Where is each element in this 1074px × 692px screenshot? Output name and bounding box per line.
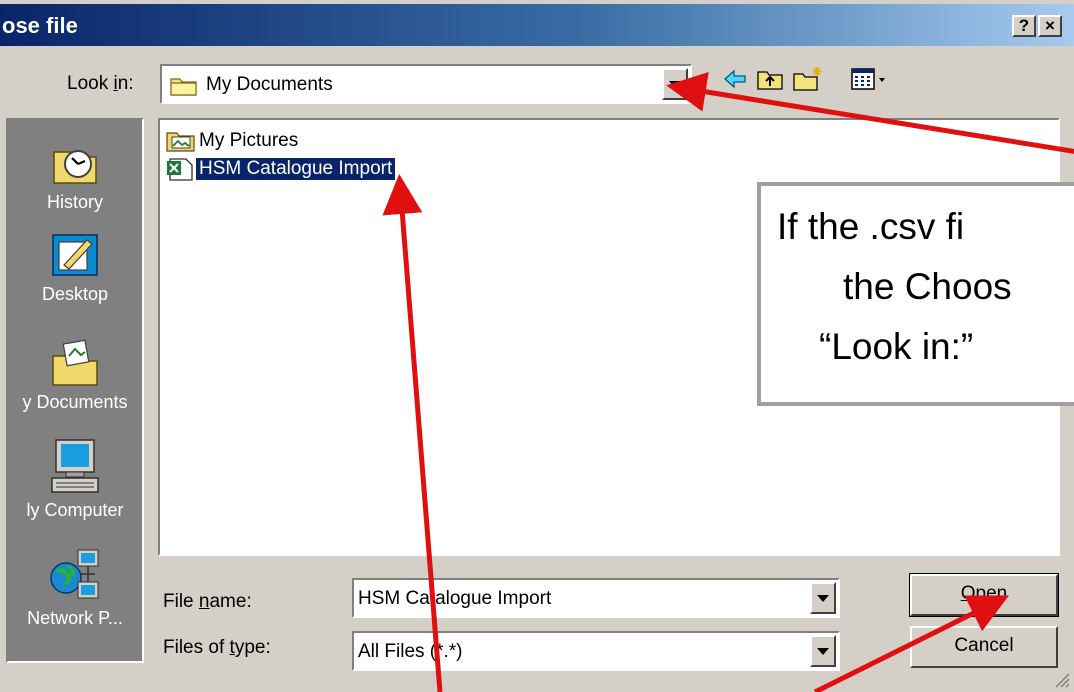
file-name: My Pictures — [199, 130, 299, 151]
place-desktop[interactable]: Desktop — [8, 230, 142, 305]
callout-box: If the .csv fi the Choos “Look in:” — [757, 182, 1074, 406]
history-icon — [53, 150, 97, 184]
place-my-documents[interactable]: y Documents — [8, 338, 142, 413]
open-button[interactable]: Open — [909, 573, 1059, 617]
picture-folder-icon — [166, 132, 195, 152]
files-of-type-dropdown-button[interactable] — [810, 635, 836, 667]
new-folder-icon[interactable] — [792, 66, 824, 92]
file-name-input[interactable]: HSM Catalogue Import — [352, 578, 840, 618]
folder-icon — [170, 78, 197, 96]
callout-line-3: “Look in:” — [819, 326, 974, 367]
file-name: HSM Catalogue Import — [194, 157, 397, 181]
back-arrow-icon[interactable] — [722, 66, 748, 92]
up-folder-icon[interactable] — [756, 66, 784, 92]
close-button[interactable]: × — [1038, 15, 1062, 37]
callout-line-2: the Choos — [843, 266, 1012, 307]
cancel-button[interactable]: Cancel — [910, 626, 1058, 668]
place-my-computer[interactable]: ly Computer — [8, 438, 142, 521]
resize-grip-icon[interactable] — [1052, 670, 1070, 688]
list-item[interactable]: My Pictures — [166, 128, 301, 154]
help-button[interactable]: ? — [1012, 15, 1036, 37]
places-bar: History Desktop y Documents ly Computer … — [6, 118, 144, 663]
my-computer-icon — [51, 439, 99, 493]
callout-line-1: If the .csv fi — [777, 206, 965, 247]
place-network[interactable]: Network P... — [8, 548, 142, 629]
title-bar[interactable]: ose file ? × — [0, 4, 1074, 46]
file-name-label: File name: — [163, 591, 252, 612]
desktop-icon — [52, 234, 98, 276]
files-of-type-label: Files of type: — [163, 637, 271, 658]
look-in-label: Look in: — [67, 73, 134, 94]
network-places-icon — [50, 549, 99, 599]
dialog-title: ose file — [2, 13, 78, 38]
files-of-type-select[interactable]: All Files (*.*) — [352, 631, 840, 671]
look-in-value: My Documents — [206, 74, 333, 95]
place-history[interactable]: History — [8, 138, 142, 213]
file-name-dropdown-button[interactable] — [810, 582, 836, 614]
my-documents-icon — [52, 339, 98, 386]
view-menu-icon[interactable] — [850, 66, 888, 92]
list-item-selected[interactable]: HSM Catalogue Import — [166, 156, 397, 182]
look-in-dropdown-button[interactable] — [662, 68, 688, 100]
look-in-combo[interactable]: My Documents — [160, 64, 692, 104]
csv-file-icon — [167, 158, 193, 181]
